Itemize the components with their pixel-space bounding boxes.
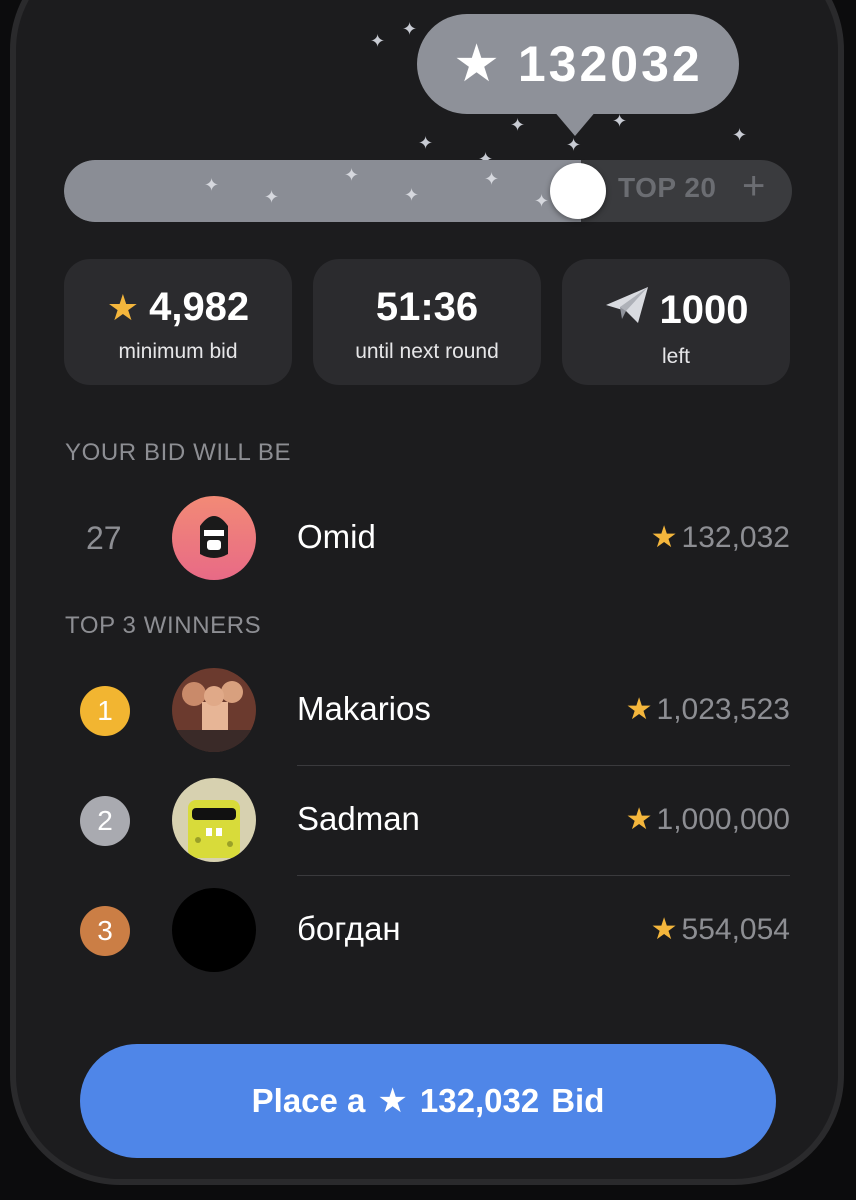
bidder-name: Omid	[297, 518, 376, 555]
sparkle-icon: ✦	[418, 133, 434, 153]
sparkle-icon: ✦	[370, 31, 386, 51]
stat-label: minimum bid	[118, 340, 238, 363]
paper-plane-icon	[604, 285, 650, 335]
bid-value-bubble: ★ 132032	[417, 14, 739, 114]
medal-silver-badge: 2	[80, 796, 130, 846]
avatar	[172, 778, 256, 862]
sparkle-icon: ✦	[344, 165, 360, 185]
your-bid-section-label: YOUR BID WILL BE	[65, 439, 292, 466]
bid-amount: ★ 132,032	[651, 520, 790, 555]
plus-icon[interactable]: +	[742, 166, 765, 206]
stat-value: 4,982	[149, 285, 250, 329]
place-bid-button[interactable]: Place a ★ 132,032 Bid	[80, 1044, 776, 1158]
sparkle-icon: ✦	[204, 175, 220, 195]
gold-star-icon: ★	[625, 693, 653, 726]
bid-amount-value: 132,032	[681, 520, 790, 554]
stat-label: until next round	[355, 340, 499, 363]
avatar	[172, 888, 256, 972]
stat-value: 1000	[659, 287, 749, 332]
rank-number: 27	[86, 520, 122, 556]
sparkle-icon: ✦	[404, 185, 420, 205]
gold-star-icon: ★	[650, 913, 678, 946]
cta-suffix: Bid	[551, 1082, 605, 1119]
winners-section-label: TOP 3 WINNERS	[65, 612, 262, 639]
stat-value: 51:36	[375, 285, 479, 329]
winner-row[interactable]: 2 Sadman ★ 1,000,000	[16, 766, 838, 876]
cta-prefix: Place a	[251, 1082, 366, 1119]
winner-name: богдан	[297, 910, 401, 947]
star-icon: ★	[453, 35, 500, 93]
your-bid-row[interactable]: 27 Omid ★ 132,032	[16, 484, 838, 594]
bid-amount-value: 554,054	[681, 912, 790, 946]
sparkle-icon: ✦	[484, 169, 500, 189]
sparkle-icon: ✦	[612, 111, 628, 131]
bid-amount-value: 1,023,523	[656, 692, 790, 726]
medal-gold-badge: 1	[80, 686, 130, 736]
stat-left: 1000 left	[562, 259, 790, 385]
bid-screen: ✦ ✦ ✦ ✦ ✦ ✦ ✦ ✦ ✦ ★ 132032 ✦ ✦ ✦ ✦ ✦ ✦ T…	[16, 6, 838, 1179]
phone-frame: ✦ ✦ ✦ ✦ ✦ ✦ ✦ ✦ ✦ ★ 132032 ✦ ✦ ✦ ✦ ✦ ✦ T…	[10, 0, 844, 1185]
stat-next-round: 51:36 until next round	[313, 259, 541, 385]
slider-top-label: TOP 20	[618, 172, 717, 203]
gold-star-icon: ★	[625, 803, 653, 836]
bid-amount: ★ 554,054	[651, 912, 790, 947]
bid-amount-value: 1,000,000	[656, 802, 790, 836]
stat-minimum-bid: ★ 4,982 minimum bid	[64, 259, 292, 385]
medal-bronze-badge: 3	[80, 906, 130, 956]
avatar	[172, 668, 256, 752]
winner-row[interactable]: 1 Makarios ★ 1,023,523	[16, 656, 838, 766]
bubble-tail	[553, 110, 597, 136]
bid-amount: ★ 1,023,523	[626, 692, 790, 727]
bid-slider-fill	[64, 160, 581, 222]
winner-name: Sadman	[297, 800, 420, 837]
sparkle-icon: ✦	[264, 187, 280, 207]
gold-star-icon: ★	[650, 521, 678, 554]
stat-label: left	[661, 345, 690, 368]
sparkle-icon: ✦	[402, 19, 418, 39]
bid-amount: ★ 1,000,000	[626, 802, 790, 837]
sparkle-icon: ✦	[566, 135, 582, 155]
avatar	[172, 496, 256, 580]
winner-row[interactable]: 3 богдан ★ 554,054	[16, 876, 838, 986]
bid-value: 132032	[517, 36, 703, 92]
star-icon: ★	[377, 1082, 408, 1120]
sparkle-icon: ✦	[732, 125, 748, 145]
sparkle-icon: ✦	[510, 115, 526, 135]
cta-amount: 132,032	[419, 1082, 540, 1119]
winner-name: Makarios	[297, 690, 431, 727]
sparkle-icon: ✦	[534, 191, 550, 211]
gold-star-icon: ★	[106, 286, 140, 328]
bid-slider-thumb[interactable]	[550, 163, 606, 219]
